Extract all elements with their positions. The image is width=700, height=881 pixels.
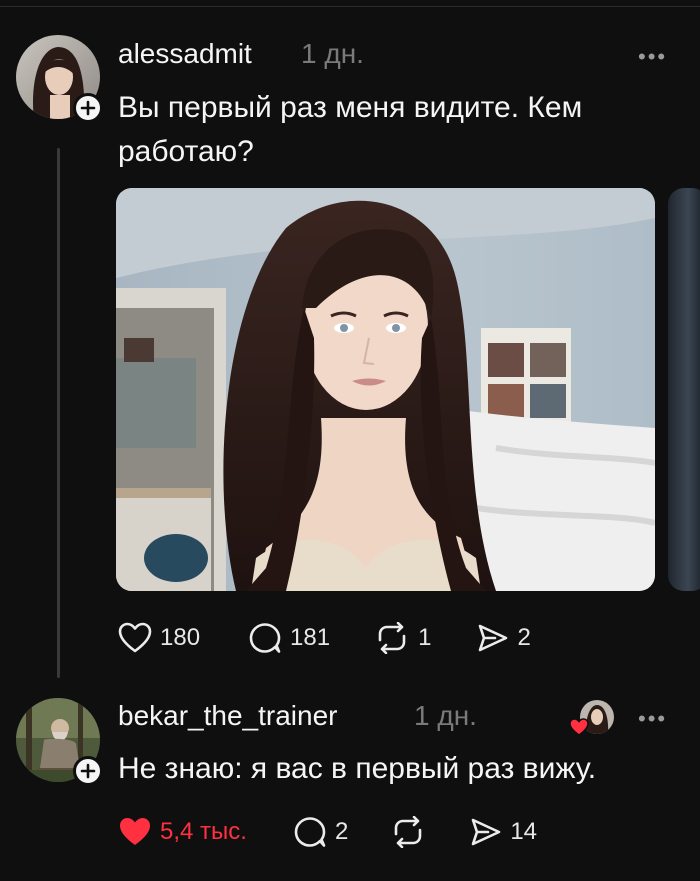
reply-text: Не знаю: я вас в первый раз вижу. <box>118 752 597 785</box>
reply-like-button[interactable]: 5,4 тыс. <box>118 816 247 848</box>
share-button[interactable]: 2 <box>477 622 531 654</box>
reply-actions: 5,4 тыс. 2 14 <box>118 816 537 848</box>
reply-comment-count: 2 <box>334 818 349 845</box>
reply-more-icon[interactable]: ••• <box>638 706 667 732</box>
comment-icon <box>294 817 326 847</box>
post-actions: 180 181 1 2 <box>118 622 531 654</box>
heart-icon <box>118 622 152 653</box>
next-photo-preview[interactable] <box>668 188 700 591</box>
like-button[interactable]: 180 <box>118 622 200 654</box>
comment-icon <box>249 623 281 653</box>
reply-share-count: 14 <box>510 818 538 845</box>
reply-like-count: 5,4 тыс. <box>160 818 247 845</box>
comment-count: 181 <box>290 624 331 651</box>
repost-icon <box>378 622 406 654</box>
thread-line <box>57 148 60 678</box>
like-count: 180 <box>160 624 201 651</box>
post-username[interactable]: alessadmit <box>118 38 252 70</box>
follow-plus-icon[interactable] <box>73 93 103 123</box>
post-photo[interactable] <box>116 188 655 591</box>
comment-button[interactable]: 181 <box>248 622 330 654</box>
post-text-line-1: Вы первый раз меня видите. Кем <box>118 91 583 124</box>
more-icon[interactable]: ••• <box>638 44 667 70</box>
reply-time: 1 дн. <box>414 700 477 731</box>
heart-filled-icon <box>120 818 150 845</box>
reply-repost-button[interactable] <box>390 816 426 848</box>
post-time: 1 дн. <box>301 38 364 69</box>
reply-follow-plus-icon[interactable] <box>73 756 103 786</box>
reply-username[interactable]: bekar_the_trainer <box>118 700 337 732</box>
share-count: 2 <box>517 624 531 651</box>
repost-icon <box>395 816 422 848</box>
top-divider <box>0 6 700 7</box>
share-icon <box>472 818 501 846</box>
reply-comment-button[interactable]: 2 <box>293 816 348 848</box>
repost-count: 1 <box>418 624 432 651</box>
liked-by-author-heart-icon <box>569 718 589 741</box>
post-text-line-2: работаю? <box>118 135 254 168</box>
reply-share-button[interactable]: 14 <box>470 816 537 848</box>
share-icon <box>479 624 508 652</box>
repost-button[interactable]: 1 <box>374 622 431 654</box>
